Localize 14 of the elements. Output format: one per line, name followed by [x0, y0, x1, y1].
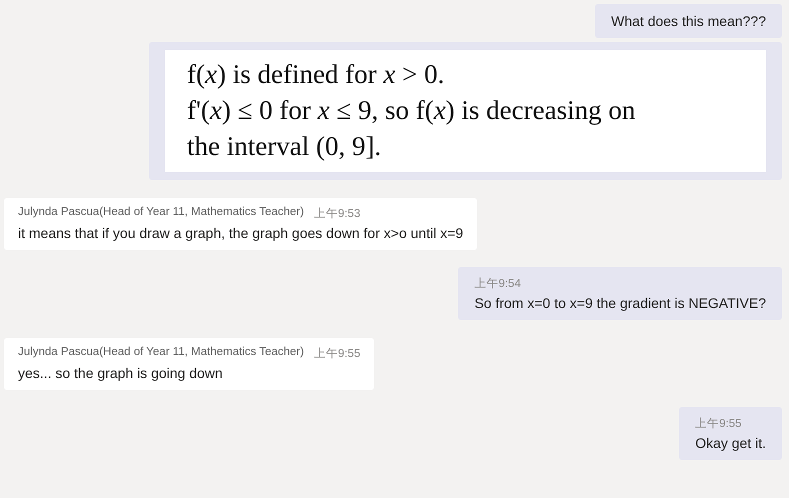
message-time: 上午9:55	[314, 346, 360, 361]
message-text: yes... so the graph is going down	[18, 365, 224, 381]
author-name: Julynda Pascua(Head of Year 11, Mathematics Teacher)	[18, 206, 304, 220]
document-line: f(x) is defined for x > 0.	[187, 58, 446, 91]
document-line: the interval (0, 9].	[187, 130, 382, 163]
document-line: f'(x) ≤ 0 for x ≤ 9, so f(x) is decreasing on	[187, 94, 636, 127]
author-name: Julynda Pascua(Head of Year 11, Mathematics Teacher)	[18, 346, 304, 360]
message-text: Okay get it.	[695, 435, 766, 451]
message-text: What does this mean???	[611, 13, 766, 29]
message-text: it means that if you draw a graph, the graph goes down for x>o until x=9	[18, 225, 464, 241]
message-time: 上午9:53	[314, 206, 360, 221]
message-time: 上午9:55	[695, 416, 742, 431]
message-time: 上午9:54	[474, 276, 521, 291]
message-text: So from x=0 to x=9 the gradient is NEGATIVE?	[474, 295, 766, 311]
